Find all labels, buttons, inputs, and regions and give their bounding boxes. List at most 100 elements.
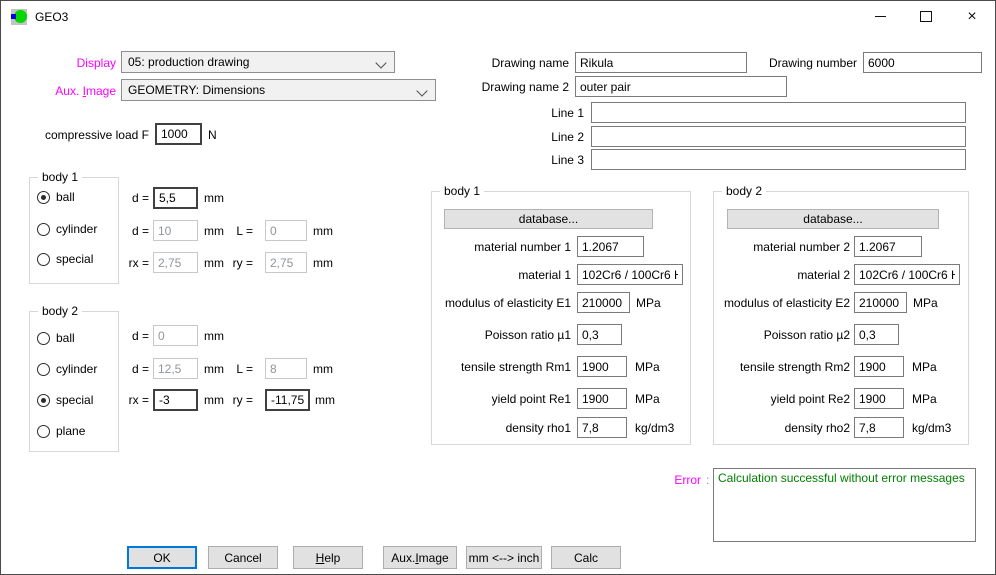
b1-d-cyl-input[interactable] bbox=[153, 220, 198, 241]
b1-rx-input[interactable] bbox=[153, 252, 198, 273]
body2-radio-cylinder[interactable]: cylinder bbox=[37, 362, 97, 376]
radio-label: special bbox=[56, 393, 93, 407]
close-button[interactable]: × bbox=[949, 1, 995, 32]
drawing-number-label: Drawing number bbox=[701, 56, 857, 70]
error-message-box[interactable]: Calculation successful without error mes… bbox=[713, 468, 976, 542]
body2-radio-plane[interactable]: plane bbox=[37, 424, 85, 438]
display-label: Display bbox=[21, 56, 116, 70]
line2-label: Line 2 bbox=[481, 130, 584, 144]
radio-label: cylinder bbox=[56, 222, 97, 236]
body1-radio-cylinder[interactable]: cylinder bbox=[37, 222, 97, 236]
radio-label: plane bbox=[56, 424, 85, 438]
body2-database-button[interactable]: database... bbox=[727, 209, 939, 229]
radio-icon bbox=[37, 394, 50, 407]
body1-database-button[interactable]: database... bbox=[444, 209, 653, 229]
line1-label: Line 1 bbox=[481, 106, 584, 120]
tensile-rm1-input[interactable] bbox=[577, 356, 627, 377]
aux-image-dropdown-value: GEOMETRY: Dimensions bbox=[128, 83, 265, 97]
b1-d-ball-label: d = bbox=[119, 191, 149, 205]
b2-ry-input[interactable] bbox=[265, 389, 310, 411]
unit-label: mm bbox=[313, 362, 333, 376]
yield-re2-input[interactable] bbox=[854, 388, 904, 409]
density-rho1-input[interactable] bbox=[577, 417, 627, 438]
body1-radio-ball[interactable]: ball bbox=[37, 190, 75, 204]
drawing-number-input[interactable] bbox=[863, 52, 982, 73]
density-rho2-input[interactable] bbox=[854, 417, 904, 438]
body2-geometry-group: body 2 ball cylinder special plane bbox=[29, 311, 119, 452]
line3-label: Line 3 bbox=[481, 153, 584, 167]
poisson-2-label: Poisson ratio µ2 bbox=[713, 328, 850, 342]
modulus-e1-input[interactable] bbox=[577, 292, 630, 313]
radio-label: cylinder bbox=[56, 362, 97, 376]
modulus-e2-input[interactable] bbox=[854, 292, 907, 313]
line1-input[interactable] bbox=[591, 102, 966, 123]
unit-label: MPa bbox=[913, 296, 938, 310]
app-icon bbox=[11, 9, 27, 25]
line3-input[interactable] bbox=[591, 149, 966, 170]
unit-label: mm bbox=[313, 256, 333, 270]
compressive-load-unit: N bbox=[208, 128, 217, 142]
display-dropdown-value: 05: production drawing bbox=[128, 55, 249, 69]
help-button[interactable]: Help bbox=[293, 546, 363, 569]
body1-material-group: body 1 bbox=[431, 191, 691, 445]
calc-button[interactable]: Calc bbox=[551, 546, 621, 569]
body2-material-title: body 2 bbox=[722, 184, 766, 199]
body2-geometry-title: body 2 bbox=[38, 304, 82, 319]
compressive-load-input[interactable] bbox=[155, 123, 202, 145]
b1-L-input[interactable] bbox=[265, 220, 307, 241]
b2-d-cyl-input[interactable] bbox=[153, 358, 198, 379]
material-1-input[interactable] bbox=[577, 264, 683, 285]
material-2-input[interactable] bbox=[854, 264, 960, 285]
b1-ry-label: ry = bbox=[217, 256, 253, 270]
unit-label: MPa bbox=[636, 296, 661, 310]
radio-label: special bbox=[56, 252, 93, 266]
b1-L-label: L = bbox=[223, 224, 253, 238]
drawing-name-label: Drawing name bbox=[421, 56, 569, 70]
b1-ry-input[interactable] bbox=[265, 252, 307, 273]
radio-icon bbox=[37, 223, 50, 236]
b2-rx-input[interactable] bbox=[153, 389, 198, 411]
yield-re1-input[interactable] bbox=[577, 388, 627, 409]
line2-input[interactable] bbox=[591, 126, 966, 147]
b2-rx-label: rx = bbox=[113, 393, 149, 407]
body2-radio-special[interactable]: special bbox=[37, 393, 93, 407]
poisson-2-input[interactable] bbox=[854, 324, 899, 345]
close-icon: × bbox=[967, 9, 976, 25]
body2-radio-ball[interactable]: ball bbox=[37, 331, 75, 345]
body1-radio-special[interactable]: special bbox=[37, 252, 93, 266]
b2-d-ball-input[interactable] bbox=[153, 325, 198, 346]
yield-re2-label: yield point Re2 bbox=[713, 392, 850, 406]
unit-label: kg/dm3 bbox=[635, 421, 674, 435]
poisson-1-input[interactable] bbox=[577, 324, 622, 345]
minimize-button[interactable] bbox=[857, 1, 903, 32]
density-rho2-label: density rho2 bbox=[713, 421, 850, 435]
unit-label: MPa bbox=[912, 392, 937, 406]
material-number-1-label: material number 1 bbox=[433, 240, 571, 254]
yield-re1-label: yield point Re1 bbox=[433, 392, 571, 406]
display-dropdown[interactable]: 05: production drawing bbox=[121, 51, 395, 73]
aux-image-dropdown[interactable]: GEOMETRY: Dimensions bbox=[121, 79, 436, 101]
unit-label: mm bbox=[315, 393, 335, 407]
tensile-rm2-input[interactable] bbox=[854, 356, 904, 377]
b2-d-ball-label: d = bbox=[119, 329, 149, 343]
drawing-name2-input[interactable] bbox=[575, 76, 787, 97]
modulus-e1-label: modulus of elasticity E1 bbox=[433, 296, 571, 310]
b2-L-input[interactable] bbox=[265, 358, 307, 379]
unit-label: MPa bbox=[912, 360, 937, 374]
material-1-label: material 1 bbox=[433, 268, 571, 282]
radio-icon bbox=[37, 191, 50, 204]
ok-button[interactable]: OK bbox=[127, 546, 197, 569]
maximize-button[interactable] bbox=[903, 1, 949, 32]
tensile-rm2-label: tensile strength Rm2 bbox=[713, 360, 850, 374]
b1-d-ball-input[interactable] bbox=[153, 187, 198, 209]
b2-L-label: L = bbox=[223, 362, 253, 376]
cancel-button[interactable]: Cancel bbox=[208, 546, 278, 569]
compressive-load-label: compressive load F bbox=[21, 128, 149, 142]
body2-material-group: body 2 bbox=[713, 191, 969, 445]
mm-inch-toggle-button[interactable]: mm <--> inch bbox=[466, 546, 542, 569]
radio-icon bbox=[37, 253, 50, 266]
minimize-icon bbox=[875, 16, 886, 17]
material-number-1-input[interactable] bbox=[577, 236, 644, 257]
aux-image-button[interactable]: Aux. Image bbox=[383, 546, 457, 569]
material-number-2-input[interactable] bbox=[854, 236, 922, 257]
